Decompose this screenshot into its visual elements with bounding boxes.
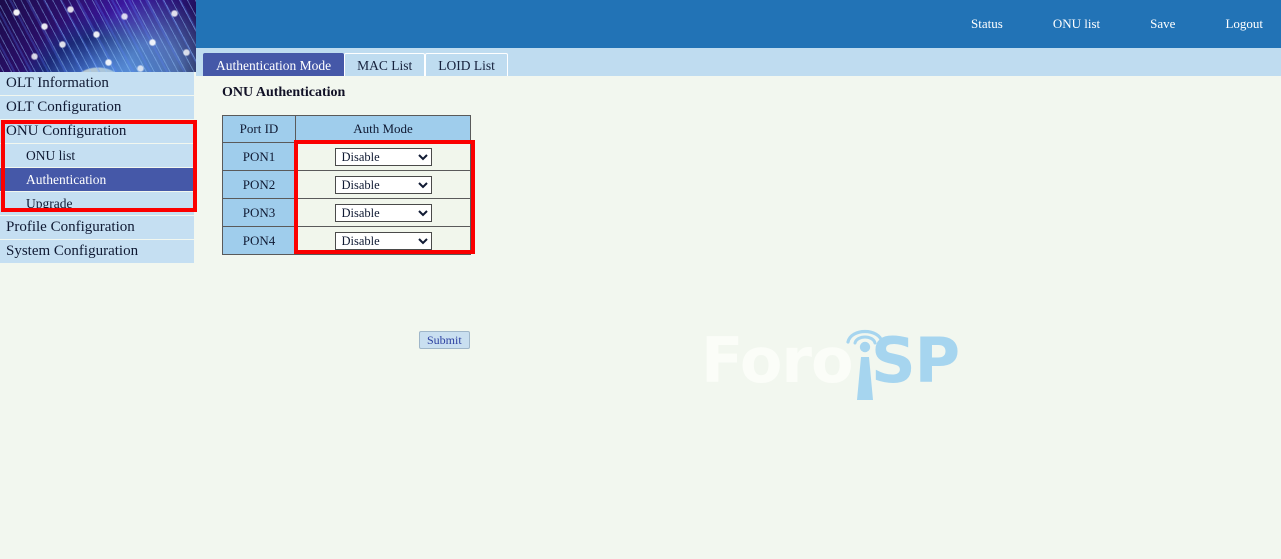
cell-port-pon1: PON1 bbox=[223, 143, 295, 170]
cell-port-pon3: PON3 bbox=[223, 199, 295, 226]
table-head: Port ID Auth Mode bbox=[223, 116, 470, 142]
onu-authentication-table: Port ID Auth Mode PON1 DisableMACLOIDLOI… bbox=[222, 115, 471, 255]
antenna-tower-icon bbox=[842, 308, 888, 404]
header-banner-image bbox=[0, 0, 196, 72]
onu-list-link[interactable]: ONU list bbox=[1049, 16, 1104, 32]
top-header-bar: Status ONU list Save Logout bbox=[196, 0, 1281, 48]
main-content: ONU Authentication Port ID Auth Mode PON… bbox=[196, 76, 1281, 559]
cell-auth-mode-pon2: DisableMACLOIDLOID+PasswordMAC+LOIDSN bbox=[296, 171, 470, 198]
sidebar-item-onu-configuration[interactable]: ONU Configuration bbox=[0, 120, 194, 143]
table-body: PON1 DisableMACLOIDLOID+PasswordMAC+LOID… bbox=[223, 143, 470, 254]
save-link[interactable]: Save bbox=[1146, 16, 1179, 32]
top-navigation: Status ONU list Save Logout bbox=[967, 0, 1267, 48]
cell-port-pon4: PON4 bbox=[223, 227, 295, 254]
sidebar-item-system-configuration[interactable]: System Configuration bbox=[0, 240, 194, 263]
auth-mode-select-pon4[interactable]: DisableMACLOIDLOID+PasswordMAC+LOIDSN bbox=[335, 232, 432, 250]
tab-authentication-mode[interactable]: Authentication Mode bbox=[203, 53, 344, 76]
table-row: PON1 DisableMACLOIDLOID+PasswordMAC+LOID… bbox=[223, 143, 470, 170]
table-row: PON2 DisableMACLOIDLOID+PasswordMAC+LOID… bbox=[223, 171, 470, 198]
sidebar-item-authentication[interactable]: Authentication bbox=[0, 168, 194, 191]
column-header-port-id: Port ID bbox=[223, 116, 295, 142]
sidebar-item-onu-list[interactable]: ONU list bbox=[0, 144, 194, 167]
submit-button[interactable]: Submit bbox=[419, 331, 470, 349]
watermark-text-foro: Foro bbox=[701, 330, 853, 392]
tab-loid-list[interactable]: LOID List bbox=[425, 53, 508, 76]
tab-strip: Authentication Mode MAC List LOID List bbox=[196, 48, 1281, 76]
app-root: Status ONU list Save Logout Authenticati… bbox=[0, 0, 1281, 559]
auth-mode-select-pon1[interactable]: DisableMACLOIDLOID+PasswordMAC+LOIDSN bbox=[335, 148, 432, 166]
cell-auth-mode-pon4: DisableMACLOIDLOID+PasswordMAC+LOIDSN bbox=[296, 227, 470, 254]
sidebar-item-upgrade[interactable]: Upgrade bbox=[0, 192, 194, 215]
auth-mode-select-pon3[interactable]: DisableMACLOIDLOID+PasswordMAC+LOIDSN bbox=[335, 204, 432, 222]
foroisp-watermark: Foro SP bbox=[701, 308, 973, 408]
auth-mode-select-pon2[interactable]: DisableMACLOIDLOID+PasswordMAC+LOIDSN bbox=[335, 176, 432, 194]
table-header-row: Port ID Auth Mode bbox=[223, 116, 470, 142]
sidebar-navigation: OLT Information OLT Configuration ONU Co… bbox=[0, 72, 196, 559]
page-title: ONU Authentication bbox=[222, 85, 345, 101]
logout-link[interactable]: Logout bbox=[1221, 16, 1267, 32]
sidebar-item-olt-configuration[interactable]: OLT Configuration bbox=[0, 96, 194, 119]
column-header-auth-mode: Auth Mode bbox=[296, 116, 470, 142]
cell-auth-mode-pon3: DisableMACLOIDLOID+PasswordMAC+LOIDSN bbox=[296, 199, 470, 226]
table-row: PON4 DisableMACLOIDLOID+PasswordMAC+LOID… bbox=[223, 227, 470, 254]
tab-mac-list[interactable]: MAC List bbox=[344, 53, 425, 76]
cell-port-pon2: PON2 bbox=[223, 171, 295, 198]
cell-auth-mode-pon1: DisableMACLOIDLOID+PasswordMAC+LOIDSN bbox=[296, 143, 470, 170]
fiber-light-points-graphic bbox=[0, 0, 196, 72]
sidebar-item-profile-configuration[interactable]: Profile Configuration bbox=[0, 216, 194, 239]
tab-list: Authentication Mode MAC List LOID List bbox=[203, 53, 508, 76]
sidebar-item-olt-information[interactable]: OLT Information bbox=[0, 72, 194, 95]
table-row: PON3 DisableMACLOIDLOID+PasswordMAC+LOID… bbox=[223, 199, 470, 226]
status-link[interactable]: Status bbox=[967, 16, 1007, 32]
watermark-text-isp: SP bbox=[871, 330, 959, 392]
